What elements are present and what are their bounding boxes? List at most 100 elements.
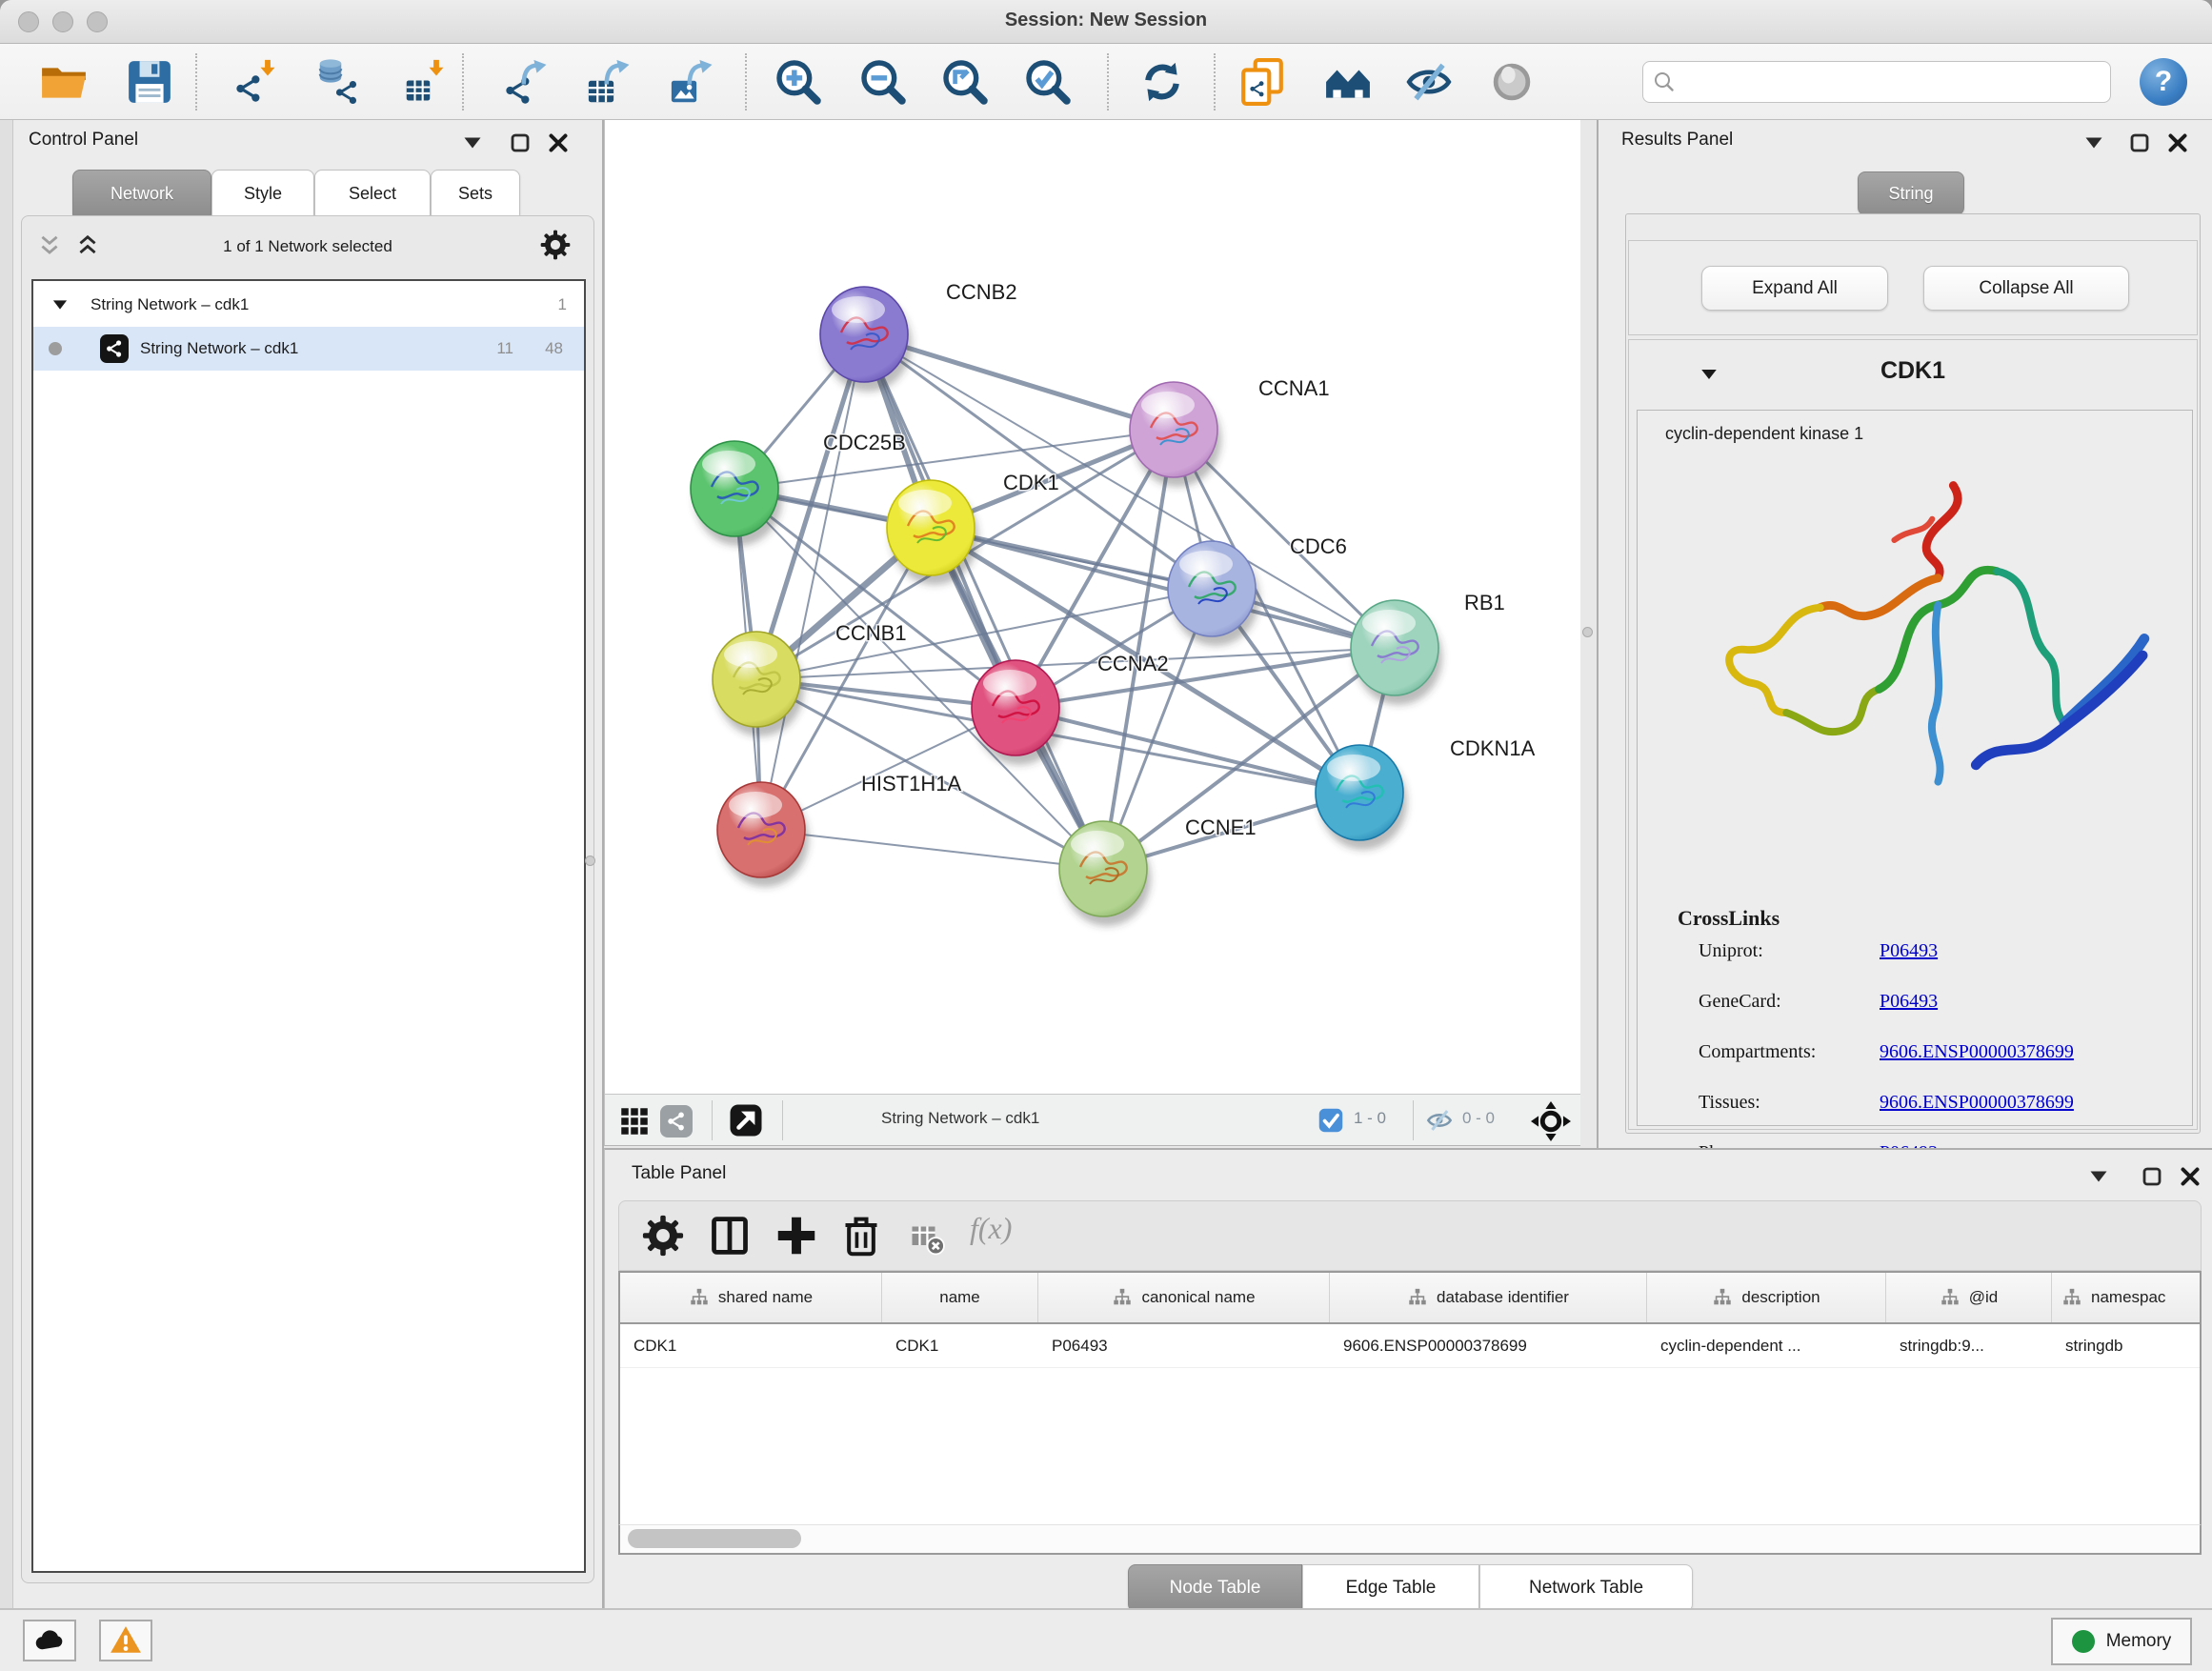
separator	[782, 1100, 783, 1140]
cell-database-identifier[interactable]: 9606.ENSP00000378699	[1330, 1324, 1647, 1367]
toolbar-separator	[462, 53, 464, 111]
tree-column-icon	[689, 1287, 710, 1308]
export-network-icon[interactable]	[503, 58, 551, 106]
tab-select[interactable]: Select	[314, 170, 431, 217]
collapse-panel-icon[interactable]	[461, 131, 484, 154]
collapse-panel-icon[interactable]	[2082, 131, 2105, 154]
cell-namespace[interactable]: stringdb	[2052, 1324, 2200, 1367]
horizontal-scrollbar[interactable]	[618, 1524, 2202, 1555]
table-row[interactable]: CDK1 CDK1 P06493 9606.ENSP00000378699 cy…	[620, 1324, 2200, 1368]
share-icon	[666, 1111, 687, 1132]
results-panel: Results Panel String Expand All Collapse…	[1597, 120, 2212, 1148]
tab-style[interactable]: Style	[211, 170, 314, 217]
crosslink-link[interactable]: P06493	[1880, 940, 1938, 962]
open-in-window-icon[interactable]	[729, 1103, 763, 1137]
help-button[interactable]: ?	[2140, 58, 2187, 106]
cytoscape-window: Session: New Session ? Control	[0, 0, 2212, 1671]
string-network-badge	[100, 334, 129, 363]
hide-eye-icon[interactable]	[1405, 58, 1453, 106]
add-column-icon[interactable]	[775, 1215, 817, 1257]
zoom-selected-icon[interactable]	[1024, 58, 1072, 106]
show-sphere-icon[interactable]	[1488, 58, 1536, 106]
zoom-in-icon[interactable]	[774, 58, 822, 106]
delete-column-trash-icon[interactable]	[840, 1215, 882, 1257]
column-header-database-identifier[interactable]: database identifier	[1330, 1273, 1647, 1322]
tree-column-icon	[1712, 1287, 1733, 1308]
cell-name[interactable]: CDK1	[882, 1324, 1038, 1367]
left-splitter-handle[interactable]	[585, 856, 595, 866]
table-options-gear-icon[interactable]	[642, 1215, 684, 1257]
close-panel-icon[interactable]	[2166, 131, 2189, 154]
float-panel-icon[interactable]	[509, 131, 532, 154]
collapse-panel-icon[interactable]	[2087, 1165, 2110, 1188]
expand-all-button[interactable]: Expand All	[1701, 266, 1888, 311]
collapse-all-button[interactable]: Collapse All	[1923, 266, 2129, 311]
column-header-description[interactable]: description	[1647, 1273, 1886, 1322]
title-bar: Session: New Session	[0, 0, 2212, 44]
close-panel-icon[interactable]	[2179, 1165, 2202, 1188]
warnings-button[interactable]	[99, 1620, 152, 1661]
crosslink-link[interactable]: P06493	[1880, 991, 1938, 1013]
tab-sets[interactable]: Sets	[431, 170, 520, 217]
network-canvas[interactable]: CCNB2 CCNA1 CDC25B CDK1	[604, 120, 1580, 1094]
birdseye-grid-icon[interactable]	[620, 1107, 649, 1136]
column-header-name[interactable]: name	[882, 1273, 1038, 1322]
search-input[interactable]	[1676, 65, 2110, 99]
column-header-id[interactable]: @id	[1886, 1273, 2052, 1322]
cloud-button[interactable]	[23, 1620, 76, 1661]
control-panel-title: Control Panel	[29, 130, 138, 151]
network-collection-row[interactable]: String Network – cdk1 1	[33, 283, 584, 327]
crosshair-icon[interactable]	[1531, 1101, 1571, 1141]
collection-expand-icon[interactable]	[50, 295, 70, 314]
network-options-gear-icon[interactable]	[540, 230, 571, 260]
scrollbar-thumb[interactable]	[628, 1529, 801, 1548]
warning-icon	[110, 1624, 142, 1657]
tab-string[interactable]: String	[1858, 171, 1964, 215]
export-image-icon[interactable]	[669, 58, 716, 106]
cell-description[interactable]: cyclin-dependent ...	[1647, 1324, 1886, 1367]
import-table-icon[interactable]	[402, 58, 450, 106]
zoom-out-icon[interactable]	[859, 58, 907, 106]
close-panel-icon[interactable]	[547, 131, 570, 154]
gene-symbol: CDK1	[1629, 357, 2197, 385]
export-table-icon[interactable]	[586, 58, 633, 106]
home-pair-icon[interactable]	[1324, 58, 1372, 106]
cell-shared-name[interactable]: CDK1	[620, 1324, 882, 1367]
function-builder-icon: f(x)	[970, 1211, 1012, 1246]
column-header-shared-name[interactable]: shared name	[620, 1273, 882, 1322]
gene-details-box: cyclin-dependent kinase 1	[1637, 410, 2193, 1126]
import-network-database-icon[interactable]	[314, 58, 362, 106]
column-header-canonical-name[interactable]: canonical name	[1038, 1273, 1330, 1322]
save-session-icon[interactable]	[126, 58, 173, 106]
crosslink-label: GeneCard:	[1699, 991, 1781, 1013]
show-columns-icon[interactable]	[709, 1215, 751, 1257]
network-row[interactable]: String Network – cdk1 11 48	[33, 327, 584, 371]
import-network-file-icon[interactable]	[233, 58, 281, 106]
network-graph[interactable]: CCNB2 CCNA1 CDC25B CDK1	[605, 120, 1580, 1098]
search-field[interactable]	[1642, 61, 2111, 103]
tab-node-table[interactable]: Node Table	[1128, 1564, 1302, 1612]
column-header-namespace[interactable]: namespac	[2052, 1273, 2200, 1322]
cell-canonical-name[interactable]: P06493	[1038, 1324, 1330, 1367]
refresh-icon[interactable]	[1138, 58, 1186, 106]
cell-id[interactable]: stringdb:9...	[1886, 1324, 2052, 1367]
crosslink-link[interactable]: 9606.ENSP00000378699	[1880, 1041, 2074, 1063]
tab-edge-table[interactable]: Edge Table	[1302, 1564, 1479, 1612]
tab-network[interactable]: Network	[72, 170, 211, 217]
selected-checkbox-icon[interactable]	[1317, 1107, 1344, 1134]
zoom-fit-icon[interactable]	[941, 58, 989, 106]
hidden-counts: 0 - 0	[1462, 1109, 1495, 1128]
control-panel: Control Panel Network Style Select Sets …	[13, 120, 604, 1608]
crosslink-label: Compartments:	[1699, 1041, 1816, 1063]
open-session-icon[interactable]	[40, 58, 88, 106]
tab-network-table[interactable]: Network Table	[1479, 1564, 1693, 1612]
float-panel-icon[interactable]	[2141, 1165, 2163, 1188]
network-type-badge[interactable]	[660, 1105, 693, 1137]
network-status-dot	[49, 342, 62, 355]
float-panel-icon[interactable]	[2128, 131, 2151, 154]
crosslink-link[interactable]: 9606.ENSP00000378699	[1880, 1092, 2074, 1114]
right-splitter-handle[interactable]	[1582, 627, 1593, 637]
memory-button[interactable]: Memory	[2051, 1618, 2192, 1665]
copy-files-icon[interactable]	[1238, 58, 1286, 106]
network-tree: String Network – cdk1 1 String Network –…	[31, 279, 586, 1573]
